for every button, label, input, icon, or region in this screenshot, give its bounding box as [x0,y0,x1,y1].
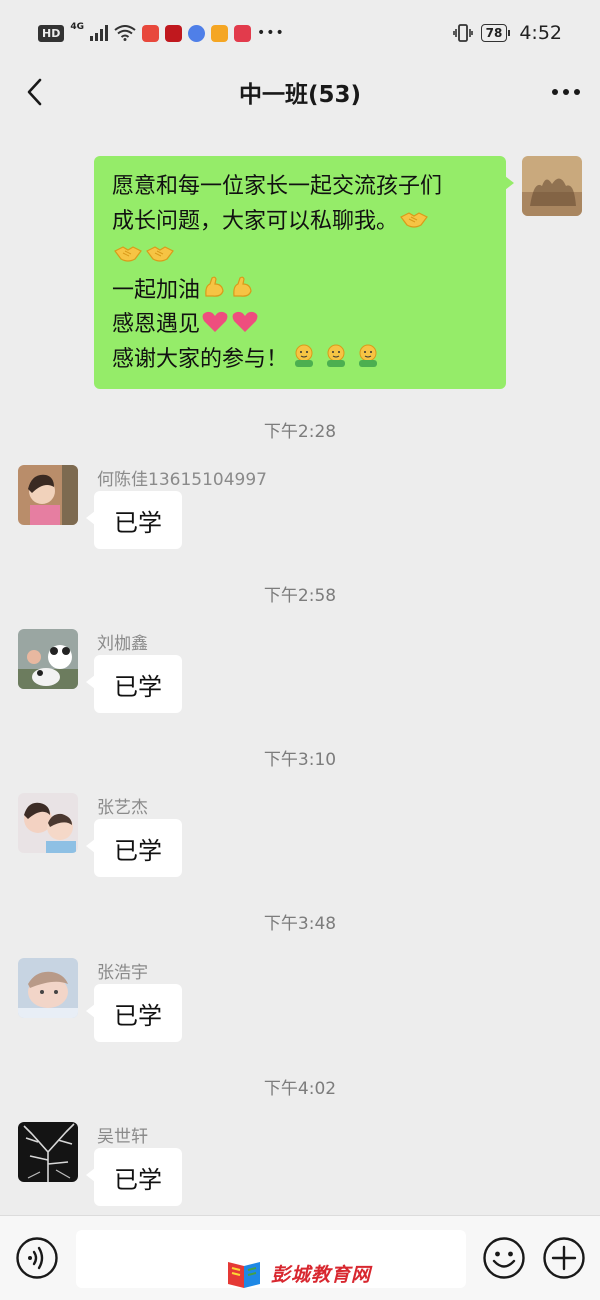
watermark-text: 彭城教育网 [271,1263,372,1286]
wifi-icon [114,25,136,41]
smiley-hug-emoji-icon [359,344,378,367]
avatar[interactable] [18,465,78,525]
chat-title: 中一班(53) [238,82,362,108]
avatar[interactable] [18,1122,78,1182]
app-notification-icon [234,24,251,42]
avatar[interactable] [18,958,78,1018]
handshake-emoji-icon [114,246,142,262]
smiley-hug-emoji-icon [327,344,346,367]
incoming-message: 吴世轩 已学 [0,1122,600,1212]
avatar[interactable] [18,793,78,853]
self-avatar[interactable] [522,156,582,216]
sender-name: 刘枷鑫 [97,634,148,654]
sender-name: 张浩宇 [97,963,148,983]
flexed-biceps-emoji-icon [233,276,252,297]
status-left: HD 4G ••• [38,22,285,42]
voice-button[interactable] [15,1236,59,1280]
message-bubble[interactable]: 已学 [86,819,182,877]
message-bubble[interactable]: 已学 [86,1148,182,1206]
status-right: 78 4:52 [452,22,562,44]
overflow-dots-icon: ••• [257,25,285,41]
handshake-emoji-icon [400,211,428,228]
app-notification-icon [142,24,159,42]
message-line: 感恩遇见 [112,308,490,343]
message-line: 愿意和每一位家长一起交流孩子们 [112,174,443,199]
avatar[interactable] [18,629,78,689]
incoming-message: 刘枷鑫 已学 [0,629,600,719]
handshake-emoji-icon [146,246,174,262]
more-dots-icon [552,89,580,95]
sender-name: 吴世轩 [97,1127,148,1147]
timestamp: 下午4:02 [263,1079,337,1099]
status-bar: HD 4G ••• 78 4:52 [0,0,600,66]
incoming-message: 张浩宇 已学 [0,958,600,1048]
video-app-icon [211,24,228,42]
vibrate-icon [452,24,473,42]
message-bubble[interactable]: 已学 [86,984,182,1042]
music-app-icon [188,24,205,42]
heart-emoji-icon [202,311,228,332]
watermark: 彭城教育网 [225,1258,371,1288]
clock: 4:52 [519,22,562,44]
message-line: 感谢大家的参与！ [112,343,490,378]
battery-icon: 78 [480,24,511,42]
app-notification-icon [165,24,182,42]
message-bubble[interactable]: 已学 [86,655,182,713]
signal-icon [90,25,108,41]
timestamp: 下午3:48 [263,914,337,934]
sender-name: 何陈佳13615104997 [97,470,267,490]
plus-icon [543,1237,585,1279]
chevron-left-icon [27,78,42,106]
timestamp: 下午2:28 [263,422,337,442]
smiley-hug-emoji-icon [295,344,314,367]
chat-message-list[interactable]: 愿意和每一位家长一起交流孩子们 成长问题，大家可以私聊我。 一起加油 感恩遇见 … [0,118,600,1215]
sender-name: 张艺杰 [97,798,148,818]
plus-button[interactable] [542,1236,586,1280]
incoming-message: 何陈佳13615104997 已学 [0,465,600,555]
voice-icon [16,1237,58,1279]
message-line: 成长问题，大家可以私聊我。 [112,205,490,240]
more-button[interactable] [546,74,586,110]
flexed-biceps-emoji-icon [205,276,224,297]
emoji-button[interactable] [482,1236,526,1280]
smiley-icon [483,1237,525,1279]
self-message-bubble[interactable]: 愿意和每一位家长一起交流孩子们 成长问题，大家可以私聊我。 一起加油 感恩遇见 … [94,156,514,389]
network-type: 4G [70,22,84,32]
heart-emoji-icon [232,311,258,332]
timestamp: 下午3:10 [263,750,337,770]
chat-header: 中一班(53) [0,66,600,118]
message-line [112,239,490,274]
message-line: 一起加油 [112,274,490,309]
incoming-message: 张艺杰 已学 [0,793,600,883]
hd-indicator: HD [38,24,65,42]
message-bubble[interactable]: 已学 [86,491,182,549]
timestamp: 下午2:58 [263,586,337,606]
back-button[interactable] [16,74,52,110]
book-logo-icon [228,1262,260,1288]
